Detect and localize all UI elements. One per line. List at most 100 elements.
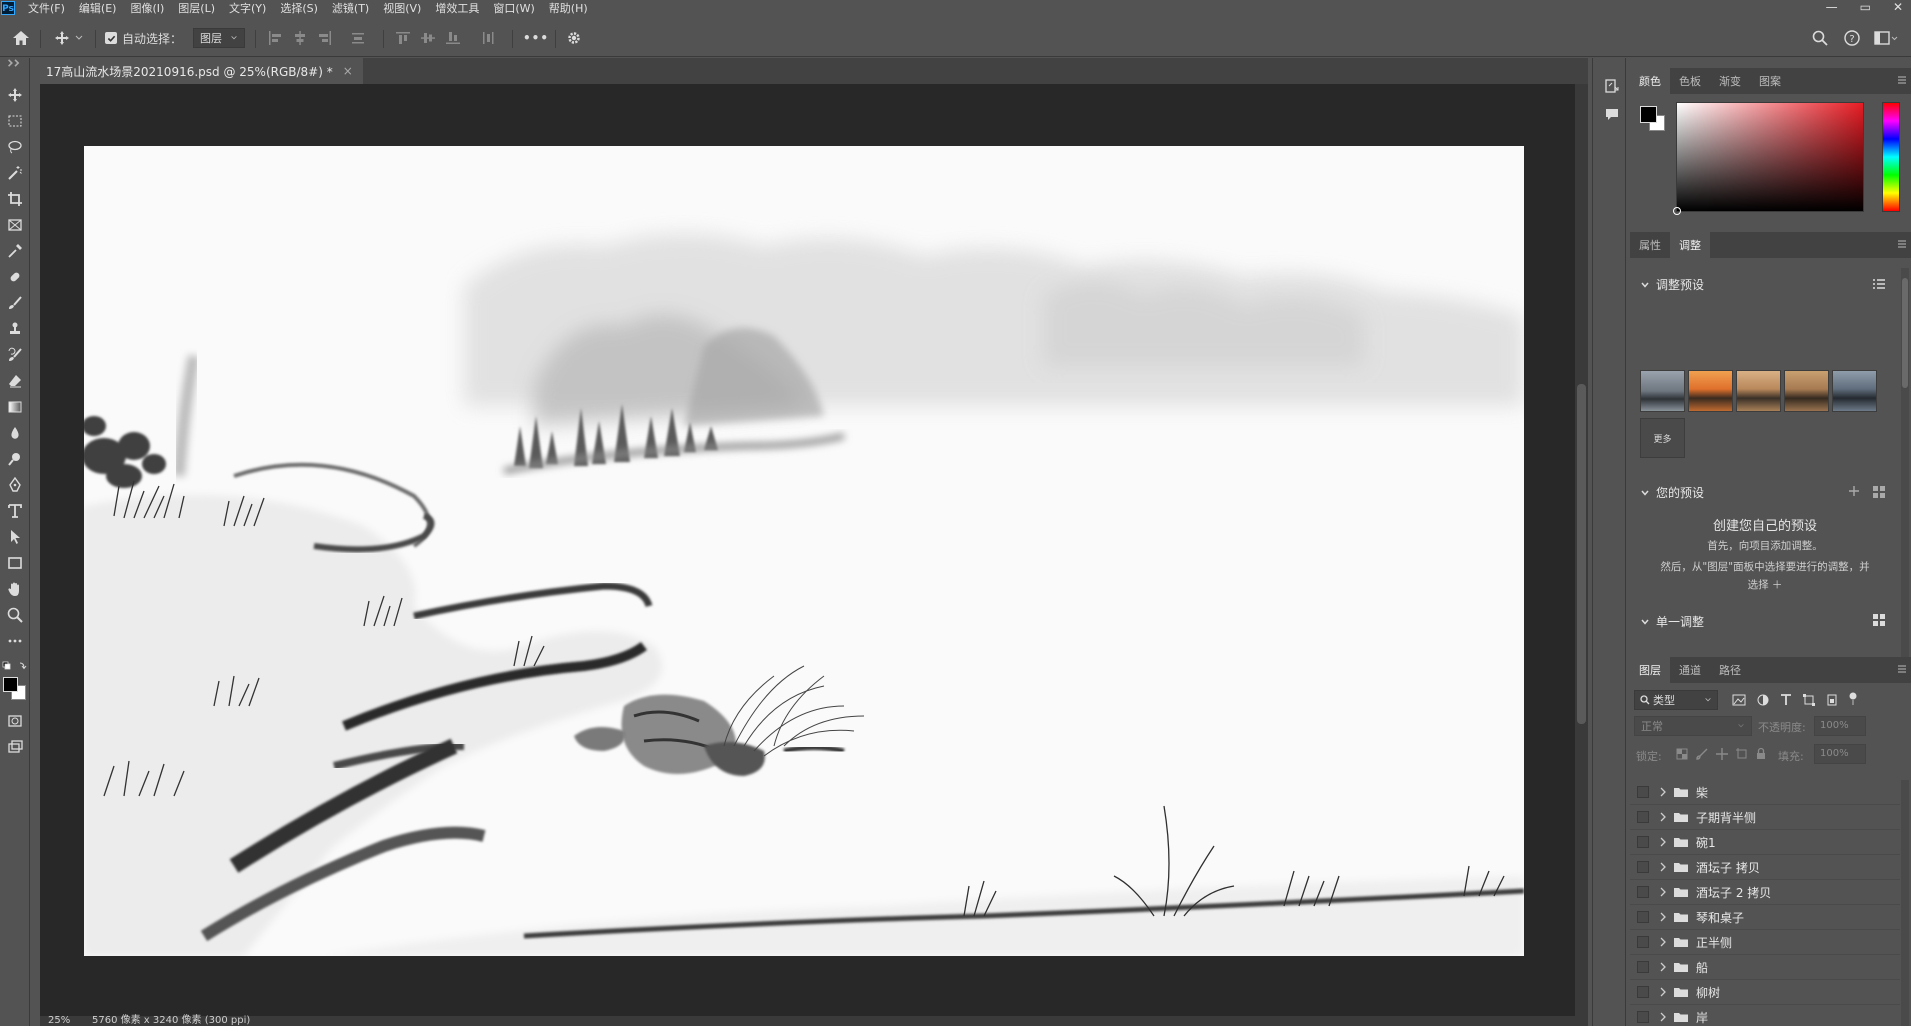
chevron-right-icon[interactable] xyxy=(1656,887,1670,897)
align-bottom-icon[interactable] xyxy=(445,28,461,48)
preset-thumbnail-5[interactable] xyxy=(1832,370,1877,412)
visibility-toggle[interactable] xyxy=(1630,930,1656,955)
foreground-background-swatches[interactable] xyxy=(1,676,29,702)
grid-view-icon[interactable] xyxy=(1872,485,1886,499)
visibility-toggle[interactable] xyxy=(1630,780,1656,805)
blur-icon[interactable] xyxy=(4,422,26,444)
panel-collapse-icon[interactable] xyxy=(4,58,26,68)
chevron-right-icon[interactable] xyxy=(1656,862,1670,872)
lock-transparent-icon[interactable] xyxy=(1676,748,1688,760)
settings-gear-icon[interactable] xyxy=(566,28,582,48)
rectangle-icon[interactable] xyxy=(4,552,26,574)
lock-pixels-icon[interactable] xyxy=(1696,748,1708,760)
hand-icon[interactable] xyxy=(4,578,26,600)
grid-view-icon[interactable] xyxy=(1872,613,1886,627)
filter-shape-icon[interactable] xyxy=(1803,694,1815,706)
restore-button[interactable]: ▭ xyxy=(1860,0,1871,14)
menu-filter[interactable]: 滤镜(T) xyxy=(325,0,376,16)
more-options-button[interactable]: ••• xyxy=(523,28,549,48)
menu-file[interactable]: 文件(F) xyxy=(21,0,72,16)
crop-icon[interactable] xyxy=(4,188,26,210)
preset-thumbnail-2[interactable] xyxy=(1688,370,1733,412)
panel-menu-icon[interactable] xyxy=(1897,239,1907,249)
visibility-toggle[interactable] xyxy=(1630,955,1656,980)
menu-window[interactable]: 窗口(W) xyxy=(486,0,541,16)
document-tab-close-icon[interactable]: × xyxy=(343,64,353,78)
layer-name[interactable]: 碗1 xyxy=(1696,834,1716,851)
screen-mode-icon[interactable] xyxy=(4,736,26,758)
distribute-horizontal-icon[interactable] xyxy=(480,28,496,48)
layer-name[interactable]: 柴 xyxy=(1696,784,1708,801)
your-presets-header[interactable]: 您的预设 xyxy=(1640,484,1704,501)
path-selection-icon[interactable] xyxy=(4,526,26,548)
layer-row[interactable]: 柴 xyxy=(1630,780,1900,805)
layer-row[interactable]: 酒坛子 拷贝 xyxy=(1630,855,1900,880)
layer-name[interactable]: 正半侧 xyxy=(1696,934,1732,951)
quick-mask-icon[interactable] xyxy=(4,710,26,732)
chevron-right-icon[interactable] xyxy=(1656,937,1670,947)
document-canvas[interactable] xyxy=(84,146,1524,956)
align-top-icon[interactable] xyxy=(395,28,411,48)
color-panel-swatches[interactable] xyxy=(1640,106,1668,134)
layer-row[interactable]: 子期背半侧 xyxy=(1630,805,1900,830)
panel-menu-icon[interactable] xyxy=(1897,664,1907,674)
menu-plugins[interactable]: 增效工具 xyxy=(428,0,486,16)
more-tools-icon[interactable] xyxy=(4,630,26,652)
visibility-toggle[interactable] xyxy=(1630,980,1656,1005)
filter-type-icon[interactable] xyxy=(1780,694,1792,706)
visibility-toggle[interactable] xyxy=(1630,880,1656,905)
layer-name[interactable]: 酒坛子 拷贝 xyxy=(1696,859,1760,876)
layer-row[interactable]: 柳树 xyxy=(1630,980,1900,1005)
horizontal-scrollbar[interactable] xyxy=(40,1016,1588,1026)
lasso-icon[interactable] xyxy=(4,136,26,158)
tab-color[interactable]: 颜色 xyxy=(1630,68,1670,94)
single-adjust-header[interactable]: 单一调整 xyxy=(1640,613,1704,630)
status-zoom[interactable]: 25% xyxy=(48,1016,70,1026)
panel-menu-icon[interactable] xyxy=(1897,75,1907,85)
history-panel-icon[interactable] xyxy=(1604,78,1620,94)
layer-name[interactable]: 子期背半侧 xyxy=(1696,809,1756,826)
visibility-toggle[interactable] xyxy=(1630,905,1656,930)
lock-all-icon[interactable] xyxy=(1755,747,1767,760)
layer-row[interactable]: 酒坛子 2 拷贝 xyxy=(1630,880,1900,905)
zoom-icon[interactable] xyxy=(4,604,26,626)
gradient-icon[interactable] xyxy=(4,396,26,418)
brush-icon[interactable] xyxy=(4,292,26,314)
opacity-field[interactable]: 100% xyxy=(1814,716,1866,736)
layer-name[interactable]: 酒坛子 2 拷贝 xyxy=(1696,884,1771,901)
lock-artboard-icon[interactable] xyxy=(1736,748,1748,760)
chevron-right-icon[interactable] xyxy=(1656,1012,1670,1022)
tab-properties[interactable]: 属性 xyxy=(1630,232,1670,258)
layer-row[interactable]: 岸 xyxy=(1630,1005,1900,1026)
tab-adjustments[interactable]: 调整 xyxy=(1670,232,1710,258)
layer-row[interactable]: 碗1 xyxy=(1630,830,1900,855)
frame-icon[interactable] xyxy=(4,214,26,236)
more-presets-button[interactable]: 更多 xyxy=(1640,418,1685,458)
help-icon[interactable]: ? xyxy=(1844,28,1860,48)
layer-row[interactable]: 正半侧 xyxy=(1630,930,1900,955)
close-button[interactable]: ✕ xyxy=(1893,0,1903,14)
magic-wand-icon[interactable] xyxy=(4,162,26,184)
visibility-toggle[interactable] xyxy=(1630,855,1656,880)
tab-layers[interactable]: 图层 xyxy=(1630,657,1670,683)
visibility-toggle[interactable] xyxy=(1630,830,1656,855)
workspace-icon[interactable] xyxy=(1874,28,1898,48)
layer-filter-dropdown[interactable]: 类型 xyxy=(1634,690,1718,710)
dodge-icon[interactable] xyxy=(4,448,26,470)
eyedropper-icon[interactable] xyxy=(4,240,26,262)
adjust-presets-header[interactable]: 调整预设 xyxy=(1640,276,1704,293)
chevron-right-icon[interactable] xyxy=(1656,962,1670,972)
align-vertical-center-icon[interactable] xyxy=(420,28,436,48)
pen-icon[interactable] xyxy=(4,474,26,496)
filter-toggle-icon[interactable] xyxy=(1848,692,1858,706)
chevron-right-icon[interactable] xyxy=(1656,987,1670,997)
layer-row[interactable]: 船 xyxy=(1630,955,1900,980)
home-icon[interactable] xyxy=(12,28,30,48)
foreground-color-swatch[interactable] xyxy=(1640,106,1657,123)
hue-slider[interactable] xyxy=(1882,102,1900,212)
blend-mode-dropdown[interactable]: 正常 xyxy=(1634,716,1752,736)
menu-image[interactable]: 图像(I) xyxy=(123,0,171,16)
align-right-icon[interactable] xyxy=(317,28,333,48)
layers-scrollbar[interactable] xyxy=(1901,780,1909,1026)
menu-help[interactable]: 帮助(H) xyxy=(542,0,595,16)
